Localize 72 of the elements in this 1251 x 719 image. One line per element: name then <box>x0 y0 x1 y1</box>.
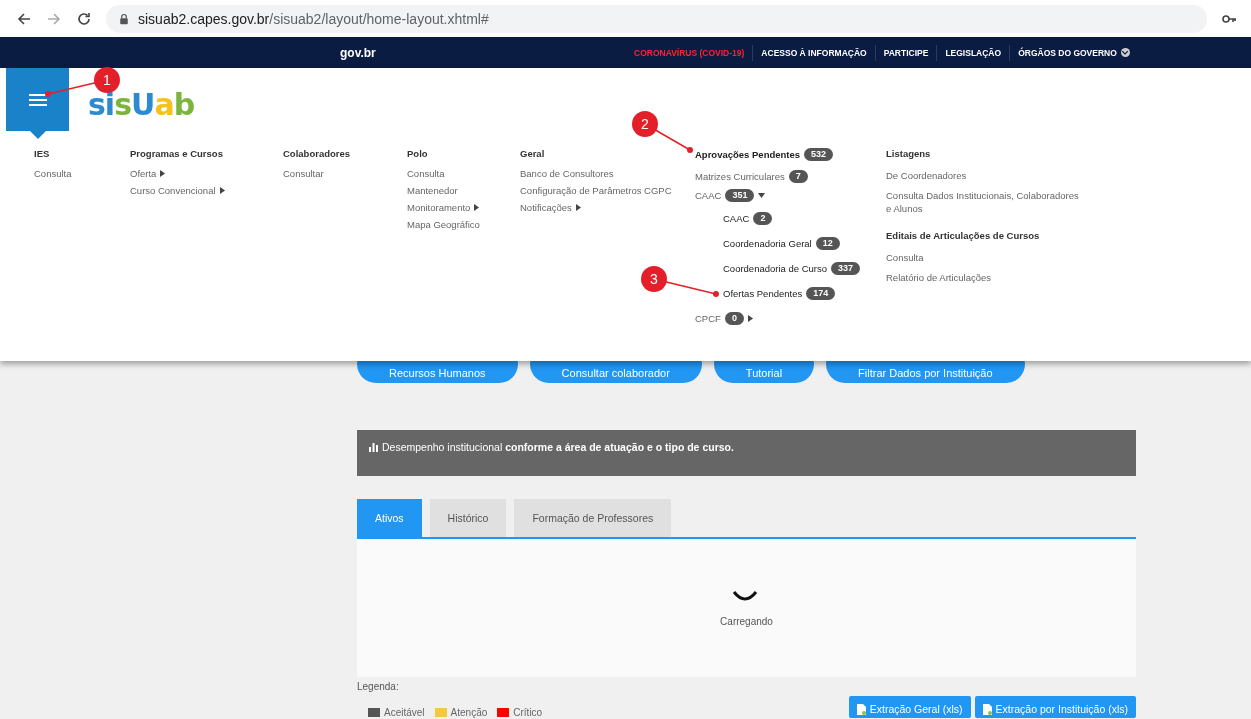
bar-chart-icon <box>369 443 378 452</box>
menu-item[interactable]: Matrizes Curriculares 7 <box>695 170 886 183</box>
menu-item[interactable]: Consulta Dados Institucionais, Colaboradores e Alunos <box>886 189 1086 215</box>
legend-label: Crítico <box>513 707 543 718</box>
menu-item[interactable]: Coordenadoria Geral 12 <box>723 237 886 250</box>
tab[interactable]: Formação de Professores <box>514 499 672 537</box>
menu-heading: Programas e Cursos <box>130 148 224 159</box>
gov-logo[interactable]: gov.br <box>340 45 626 60</box>
spreadsheet-file-icon <box>982 703 992 715</box>
address-bar[interactable]: sisuab2.capes.gov.br/sisuab2/layout/home-layout.xhtml# <box>106 4 1207 33</box>
menu-item[interactable]: Ofertas Pendentes 174 <box>723 287 886 300</box>
menu-item[interactable]: Coordenadoria de Curso 337 <box>723 262 886 275</box>
gov-link[interactable]: PARTICIPE <box>874 44 937 61</box>
caret-right-icon <box>474 204 480 211</box>
menu-icon <box>28 92 47 107</box>
menu-item[interactable]: Relatório de Articulações <box>886 271 1086 284</box>
menu-heading: IES <box>34 148 51 159</box>
loading-spinner <box>732 589 758 602</box>
banner-text: Desempenho institucional conforme a área de atuação e o tipo de curso. <box>382 441 734 453</box>
url-domain: sisuab2.capes.gov.br <box>138 10 270 27</box>
count-badge: 12 <box>815 237 840 250</box>
legend-title: Legenda: <box>357 681 400 692</box>
gov-link[interactable]: ÓRGÃOS DO GOVERNO <box>1009 44 1138 61</box>
menu-heading: Listagens <box>886 148 932 159</box>
menu-item[interactable]: Consulta <box>407 168 520 179</box>
menu-item[interactable]: Consulta <box>34 168 130 179</box>
reload-icon[interactable] <box>76 10 92 27</box>
count-badge: 532 <box>804 148 834 161</box>
menu-item[interactable]: Curso Convencional <box>130 185 283 196</box>
menu-item[interactable]: Notificações <box>520 202 695 213</box>
caret-right-icon <box>747 315 753 322</box>
count-badge: 7 <box>788 170 808 183</box>
menu-item[interactable]: Configuração de Parâmetros CGPC <box>520 185 695 196</box>
count-badge: 174 <box>806 287 836 300</box>
menu-heading: Editais de Articulações de Cursos <box>886 230 1041 241</box>
menu-item[interactable]: CPCF 0 <box>695 312 886 325</box>
menu-item[interactable]: De Coordenadores <box>886 169 1086 182</box>
count-badge: 2 <box>753 212 773 225</box>
count-badge: 337 <box>831 262 861 275</box>
menu-item[interactable]: Oferta <box>130 168 283 179</box>
caret-right-icon <box>160 170 166 177</box>
menu-button[interactable] <box>6 68 69 131</box>
count-badge: 0 <box>724 312 744 325</box>
tab[interactable]: Histórico <box>429 499 507 537</box>
menu-item[interactable]: CAAC 351 <box>695 189 886 202</box>
back-icon[interactable] <box>16 10 32 27</box>
menu-item[interactable]: Consultar <box>283 168 407 179</box>
loading-text: Carregando <box>720 615 773 627</box>
menu-item[interactable]: Mapa Geográfico <box>407 219 520 230</box>
menu-item[interactable]: Monitoramento <box>407 202 520 213</box>
caret-right-icon <box>219 187 225 194</box>
gov-link[interactable]: ACESSO À INFORMAÇÃO <box>752 44 875 61</box>
spreadsheet-file-icon <box>856 703 866 715</box>
pointer-notch <box>29 131 46 139</box>
legend-label: Atenção <box>450 707 488 718</box>
menu-item[interactable]: CAAC 2 <box>723 212 886 225</box>
menu-heading: Colaboradores <box>283 148 352 159</box>
menu-item[interactable]: Aprovações Pendentes 532 <box>695 148 886 161</box>
caret-right-icon <box>575 204 581 211</box>
menu-item[interactable]: Banco de Consultores <box>520 168 695 179</box>
gov-link[interactable]: LEGISLAÇÃO <box>936 44 1010 61</box>
chevron-down-icon <box>1120 48 1130 57</box>
menu-item[interactable]: Consulta <box>886 251 1086 264</box>
url-path: /sisuab2/layout/home-layout.xhtml# <box>269 10 489 27</box>
gov-link[interactable]: CORONAVÍRUS (COVID-19) <box>626 44 753 61</box>
lock-icon <box>118 12 130 25</box>
menu-heading: Geral <box>520 148 546 159</box>
count-badge: 351 <box>725 189 755 202</box>
menu-heading: Polo <box>407 148 429 159</box>
legend-label: Aceitável <box>384 707 425 718</box>
menu-item[interactable]: Mantenedor <box>407 185 520 196</box>
caret-down-icon <box>758 193 766 198</box>
